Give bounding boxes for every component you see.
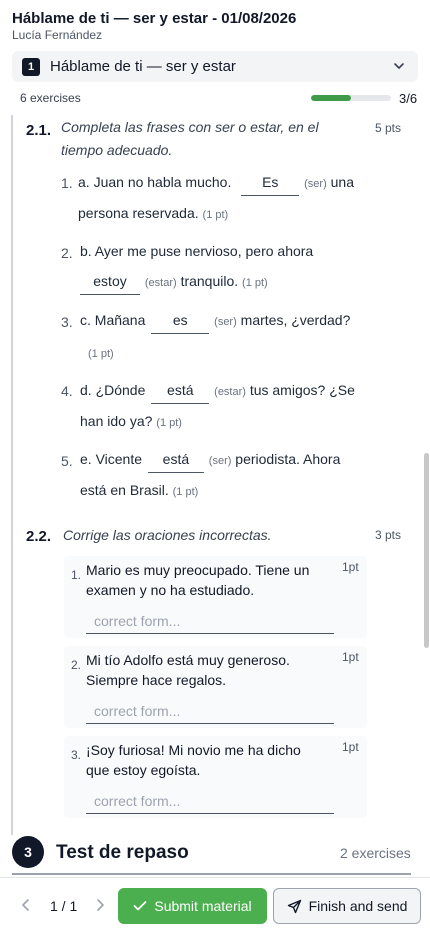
question-line: c. Mañana es (ser) martes, ¿verdad? — [80, 312, 350, 334]
author-name: Lucía Fernández — [12, 28, 103, 42]
exercise-instruction: Completa las frases con ser o estar, en … — [61, 116, 319, 162]
answer-blank[interactable]: estoy — [80, 273, 140, 295]
finish-and-send-button[interactable]: Finish and send — [273, 888, 421, 924]
question-points: (1 pt) — [202, 209, 229, 221]
question-text: d. ¿Dónde — [80, 382, 146, 398]
chevron-down-icon — [394, 63, 404, 69]
question-number: 3. — [61, 314, 73, 330]
question-number: 1. — [71, 568, 82, 582]
correction-input[interactable] — [86, 788, 334, 814]
question-line: han ido ya? (1 pt) — [80, 413, 182, 429]
question-points: 1pt — [342, 740, 359, 754]
exercise-number: 2.2. — [26, 528, 52, 545]
question-text: b. Ayer me puse nervioso, pero ahora — [80, 243, 314, 259]
exercise-points: 3 pts — [375, 528, 402, 542]
page-indicator: 1 / 1 — [50, 898, 78, 914]
question-number: 2. — [71, 658, 82, 672]
question-text: e. Vicente — [80, 451, 143, 467]
question-number: 2. — [61, 245, 73, 261]
question-text: está en Brasil. — [80, 482, 169, 498]
section-number-badge: 3 — [12, 836, 44, 868]
question-text: persona reservada. — [78, 205, 199, 221]
section-name: Háblame de ti — ser y estar — [50, 58, 236, 75]
question-text: periodista. Ahora — [235, 451, 341, 467]
question-text: a. Juan no habla mucho. — [78, 174, 232, 190]
question-text: martes, ¿verdad? — [240, 312, 351, 328]
correction-card: 3. ¡Soy furiosa! Mi novio me ha dicho qu… — [64, 736, 367, 818]
section-divider — [12, 873, 411, 875]
page-title: Háblame de ti — ser y estar - 01/08/2026 — [12, 10, 297, 27]
header: Háblame de ti — ser y estar - 01/08/2026… — [0, 0, 430, 115]
verb-hint: (ser) — [208, 455, 232, 467]
answer-blank[interactable]: Es — [241, 174, 300, 196]
check-icon — [133, 901, 147, 911]
question-text: han ido ya? — [80, 413, 153, 429]
verb-hint: (ser) — [214, 316, 237, 328]
verb-hint: (estar) — [214, 386, 246, 398]
question-points: (1 pt) — [242, 277, 268, 289]
finish-label: Finish and send — [308, 898, 408, 914]
exercise-points: 5 pts — [375, 121, 402, 135]
section-selector[interactable]: 1 Háblame de ti — ser y estar — [12, 51, 418, 82]
question-number: 5. — [61, 453, 73, 469]
verb-hint: (estar) — [144, 277, 177, 289]
chevron-left-icon[interactable] — [19, 897, 33, 913]
correction-card: 1. Mario es muy preocupado. Tiene un exa… — [64, 556, 367, 638]
question-line: persona reservada. (1 pt) — [78, 205, 228, 221]
section-title[interactable]: Test de repaso — [56, 842, 189, 864]
answer-blank[interactable]: está — [147, 451, 204, 473]
correction-card: 2. Mi tío Adolfo está muy generoso. Siem… — [64, 646, 367, 728]
question-line: e. Vicente está (ser) periodista. Ahora — [80, 451, 340, 473]
question-points: (1 pt) — [156, 417, 182, 429]
question-points: (1 pt) — [88, 348, 114, 360]
verb-hint: (ser) — [304, 178, 327, 190]
question-number: 3. — [71, 748, 82, 762]
exercise-scroll-area[interactable]: 2.1. Completa las frases con ser o estar… — [0, 115, 430, 877]
question-line: b. Ayer me puse nervioso, pero ahora — [80, 243, 313, 259]
exercise-number: 2.1. — [26, 122, 52, 139]
sentence-text: ¡Soy furiosa! Mi novio me ha dicho que e… — [86, 742, 301, 778]
question-points: (1 pt) — [172, 486, 199, 498]
scrollbar-thumb[interactable] — [424, 453, 429, 648]
exercise-instruction: Corrige las oraciones incorrectas. — [63, 527, 272, 543]
question-text: c. Mañana — [80, 312, 146, 328]
question-number: 1. — [61, 175, 73, 191]
instruction-line: Completa las frases con ser o estar, en … — [61, 119, 319, 135]
progress-fill — [311, 95, 351, 101]
question-line: (1 pt) — [88, 344, 114, 360]
answer-blank[interactable]: es — [151, 312, 210, 334]
section-rail — [11, 115, 13, 835]
sentence-text: Mario es muy preocupado. Tiene un examen… — [86, 562, 310, 598]
question-line: a. Juan no habla mucho. Es (ser) una — [78, 174, 354, 196]
instruction-line: tiempo adecuado. — [61, 142, 173, 158]
question-number: 4. — [61, 383, 73, 399]
question-points: 1pt — [342, 560, 359, 574]
app-screen: Háblame de ti — ser y estar - 01/08/2026… — [0, 0, 430, 932]
question-line: d. ¿Dónde está (estar) tus amigos? ¿Se — [80, 382, 355, 404]
correction-input[interactable] — [86, 698, 334, 724]
question-text: tus amigos? ¿Se — [249, 382, 355, 398]
section-number-badge: 1 — [22, 58, 40, 76]
question-text: tranquilo. — [180, 273, 239, 289]
sentence-text: Mi tío Adolfo está muy generoso. Siempre… — [86, 652, 290, 688]
question-line: estoy (estar) tranquilo. (1 pt) — [80, 273, 268, 295]
question-text: una — [330, 174, 354, 190]
submit-label: Submit material — [154, 898, 252, 914]
section-exercise-count: 2 exercises — [340, 845, 411, 861]
send-icon — [287, 899, 301, 913]
correction-input[interactable] — [86, 608, 334, 634]
answer-blank[interactable]: está — [151, 382, 210, 404]
progress-text: 3/6 — [399, 91, 418, 106]
progress-bar — [311, 95, 391, 101]
question-line: está en Brasil. (1 pt) — [80, 482, 198, 498]
submit-material-button[interactable]: Submit material — [118, 888, 267, 924]
exercise-count: 6 exercises — [20, 91, 81, 105]
chevron-right-icon[interactable] — [93, 897, 107, 913]
question-points: 1pt — [342, 650, 359, 664]
footer-bar: 1 / 1 Submit material Finish and send — [0, 877, 430, 932]
